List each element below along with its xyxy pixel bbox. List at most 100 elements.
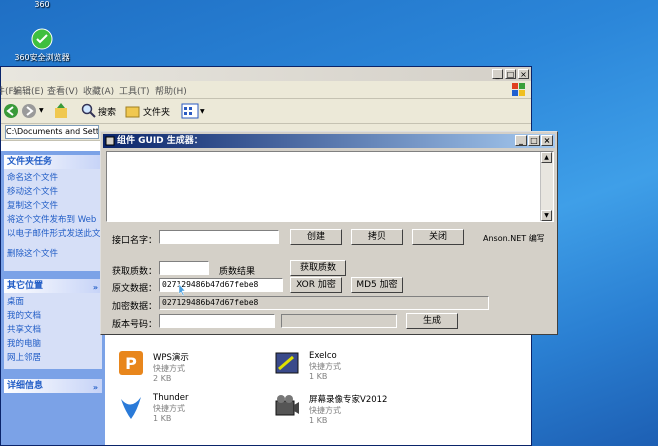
desktop-icon-label: 360 [34,0,50,9]
expand-icon[interactable]: » [93,381,98,395]
xor-encrypt-button[interactable]: XOR 加密 [290,277,342,293]
views-icon[interactable] [181,103,199,119]
file-size: 2 KB [153,374,172,383]
desktop-icon-360-browser[interactable]: 360安全浏览器 [14,28,70,63]
task-copy[interactable]: 复制这个文件 [7,199,102,213]
menu-help[interactable]: 帮助(H) [155,84,187,97]
other-places-header[interactable]: 其它位置» [4,279,102,293]
wps-presentation-icon[interactable]: P [117,349,145,377]
output-memo[interactable]: ▲ ▼ [106,151,554,222]
file-size: 1 KB [309,416,328,425]
file-size: 1 KB [153,414,172,423]
minimize-button[interactable]: _ [515,135,527,146]
file-type: 快捷方式 [309,406,341,415]
minimize-button[interactable]: _ [492,69,503,79]
exeico-icon[interactable] [273,349,301,377]
get-prime-label: 获取质数： [112,267,158,277]
maximize-button[interactable]: □ [505,69,516,79]
tasks-header[interactable]: 文件夹任务 [4,155,102,169]
md5-encrypt-button[interactable]: MD5 加密 [351,277,403,293]
close-dialog-button[interactable]: 关闭 [412,229,464,245]
text-cursor-icon [178,284,186,296]
other-places-list: 桌面 我的文档 共享文档 我的电脑 网上邻居 [4,293,102,369]
place-shared-documents[interactable]: 共享文档 [7,323,102,337]
version-input[interactable] [159,314,275,328]
menu-tools[interactable]: 工具(T) [119,84,150,97]
version-label: 版本号码： [112,320,158,330]
desktop-icon-label: 360安全浏览器 [14,53,70,62]
details-header[interactable]: 详细信息 » [4,379,102,393]
task-delete[interactable]: 删除这个文件 [7,247,102,261]
file-item[interactable]: WPS演示 快捷方式 2 KB [153,351,189,383]
vertical-scrollbar[interactable]: ▲ ▼ [540,152,553,221]
copy-button[interactable]: 拷贝 [351,229,403,245]
address-field[interactable]: C:\Documents and Setti [5,125,99,139]
task-publish-web[interactable]: 将这个文件发布到 Web [7,213,102,227]
dialog-title: 组件 GUID 生成器： [117,136,203,146]
file-type: 快捷方式 [153,364,185,373]
file-name: 屏幕录像专家V2012 [309,395,388,405]
task-email[interactable]: 以电子邮件形式发送此文件 [7,227,102,241]
forward-dropdown-icon[interactable]: ▼ [39,107,44,114]
app-icon [105,136,115,146]
menu-edit[interactable]: 编辑(E) [13,84,44,97]
folders-icon[interactable] [125,104,141,118]
author-credit: Anson.NET 编写 [483,234,545,243]
details-label: 详细信息 [7,381,44,391]
get-prime-button[interactable]: 获取质数 [290,260,346,276]
menu-bar: 文件(F) 编辑(E) 查看(V) 收藏(A) 工具(T) 帮助(H) [0,81,531,99]
folders-button[interactable]: 文件夹 [143,105,170,118]
views-dropdown-icon[interactable]: ▼ [200,108,205,115]
scroll-up-icon[interactable]: ▲ [541,152,552,163]
progress-field [281,314,397,328]
task-pane: 文件夹任务 命名这个文件 移动这个文件 复制这个文件 将这个文件发布到 Web … [1,151,105,445]
interface-name-input[interactable] [159,230,279,244]
place-my-documents[interactable]: 我的文档 [7,309,102,323]
file-type: 快捷方式 [153,404,185,413]
screen-recorder-icon[interactable] [273,393,301,421]
task-move[interactable]: 移动这个文件 [7,185,102,199]
close-button[interactable]: × [541,135,553,146]
interface-name-label: 接口名字： [112,236,158,246]
tasks-header-label: 文件夹任务 [7,157,53,167]
toolbar: ▼ 搜索 文件夹 ▼ [1,99,531,124]
scroll-down-icon[interactable]: ▼ [541,210,552,221]
back-icon[interactable] [3,103,19,119]
maximize-button[interactable]: □ [528,135,540,146]
file-item[interactable]: Thunder 快捷方式 1 KB [153,393,188,423]
file-name: Thunder [153,393,189,403]
close-button[interactable]: × [518,69,529,79]
encrypted-data-field[interactable]: 027129486b47d67febe8 [159,296,489,310]
encrypted-data-label: 加密数据： [112,302,158,312]
prime-result-label: 质数结果 [219,267,256,277]
svg-text:P: P [125,354,137,373]
search-button[interactable]: 搜索 [98,105,116,118]
file-item[interactable]: 屏幕录像专家V2012 快捷方式 1 KB [309,393,387,425]
thunder-icon[interactable] [117,393,145,421]
file-name: WPS演示 [153,353,189,363]
menu-view[interactable]: 查看(V) [47,84,78,97]
search-icon[interactable] [81,103,97,119]
address-text: C:\Documents and Setti [6,127,99,136]
file-type: 快捷方式 [309,362,341,371]
forward-icon[interactable] [21,103,37,119]
file-item[interactable]: ExeIco 快捷方式 1 KB [309,351,341,381]
up-folder-icon[interactable] [53,102,69,120]
place-my-computer[interactable]: 我的电脑 [7,337,102,351]
file-name: ExeIco [309,351,337,361]
browser-icon [31,28,53,50]
prime-input[interactable] [159,261,209,275]
tasks-list: 命名这个文件 移动这个文件 复制这个文件 将这个文件发布到 Web 以电子邮件形… [4,169,102,271]
place-desktop[interactable]: 桌面 [7,295,102,309]
create-button[interactable]: 创建 [290,229,342,245]
menu-favorites[interactable]: 收藏(A) [83,84,114,97]
original-data-label: 原文数据： [112,284,158,294]
place-network[interactable]: 网上邻居 [7,351,102,365]
other-places-label: 其它位置 [7,281,44,291]
task-rename[interactable]: 命名这个文件 [7,171,102,185]
guid-generator-dialog: 组件 GUID 生成器： _ □ × ▲ ▼ 接口名字： 创建 拷贝 关闭 An… [100,131,558,335]
generate-button[interactable]: 生成 [406,313,458,329]
explorer-titlebar: _ □ × [1,67,531,81]
file-size: 1 KB [309,372,328,381]
desktop-icon-top[interactable]: 360 [14,0,70,9]
